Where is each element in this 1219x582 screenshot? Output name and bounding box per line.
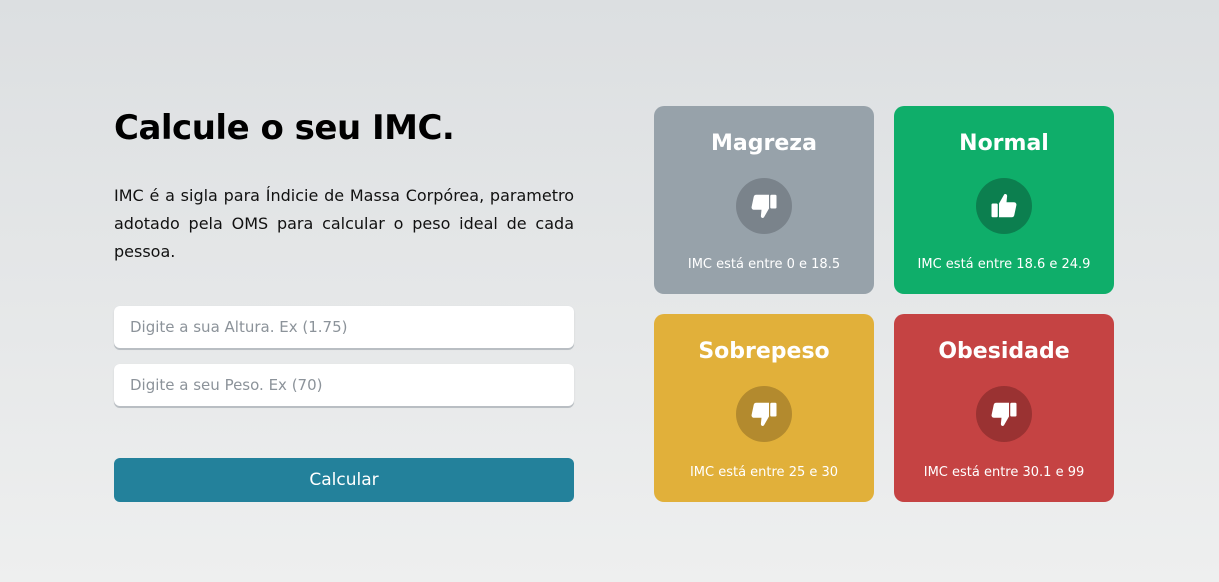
page-description: IMC é a sigla para Índicie de Massa Corp… (114, 186, 574, 261)
card-title: Normal (959, 131, 1049, 156)
thumbs-up-icon (976, 178, 1032, 234)
thumbs-down-icon (976, 386, 1032, 442)
thumbs-down-icon (736, 178, 792, 234)
weight-input[interactable] (114, 364, 574, 406)
card-sobrepeso: Sobrepeso IMC está entre 25 e 30 (654, 314, 874, 502)
thumbs-down-icon (736, 386, 792, 442)
card-magreza: Magreza IMC está entre 0 e 18.5 (654, 106, 874, 294)
card-range: IMC está entre 18.6 e 24.9 (917, 257, 1091, 272)
height-input[interactable] (114, 306, 574, 348)
card-range: IMC está entre 0 e 18.5 (687, 257, 841, 272)
intro-section: Calcule o seu IMC. IMC é a sigla para Ín… (114, 105, 574, 266)
page-title: Calcule o seu IMC. (114, 108, 455, 148)
card-obesidade: Obesidade IMC está entre 30.1 e 99 (894, 314, 1114, 502)
card-range: IMC está entre 30.1 e 99 (923, 465, 1085, 480)
card-range: IMC está entre 25 e 30 (689, 465, 839, 480)
calculate-button[interactable]: Calcular (114, 458, 574, 502)
card-title: Obesidade (938, 339, 1070, 364)
card-normal: Normal IMC está entre 18.6 e 24.9 (894, 106, 1114, 294)
card-title: Magreza (711, 131, 817, 156)
card-title: Sobrepeso (698, 339, 830, 364)
